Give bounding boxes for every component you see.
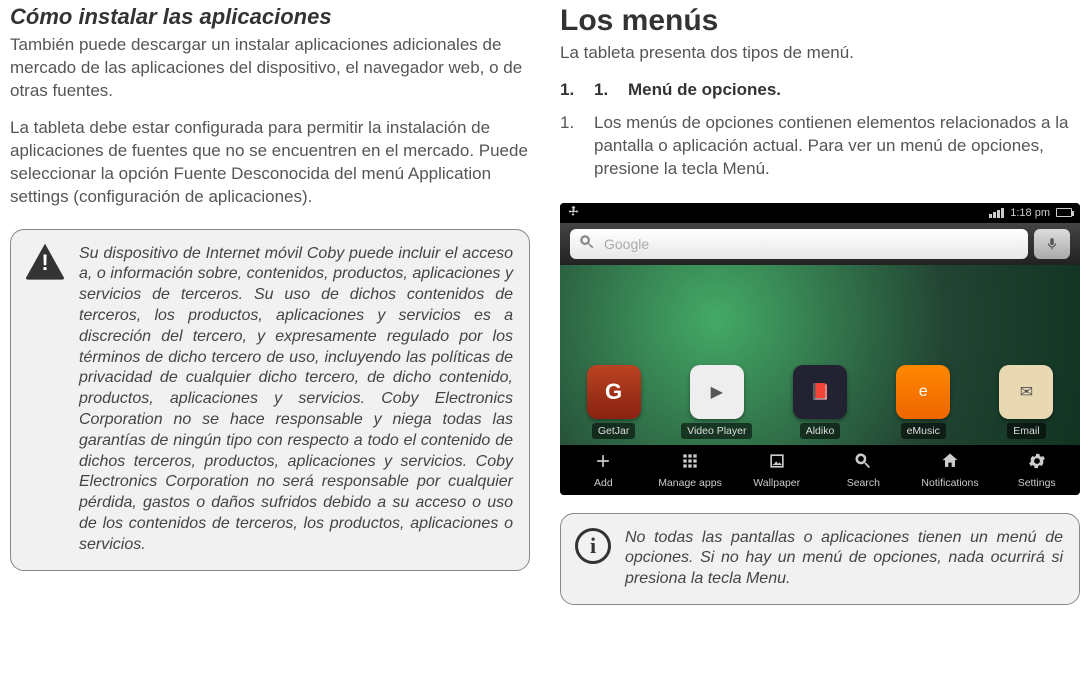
warning-text: Su dispositivo de Internet móvil Coby pu…	[79, 244, 513, 556]
right-title: Los menús	[560, 4, 1080, 38]
right-column: Los menús La tableta presenta dos tipos …	[560, 4, 1080, 685]
warning-icon	[25, 244, 65, 556]
list-item-1: 1. 1. Menú de opciones.	[560, 79, 1080, 102]
list-item-1-num1: 1.	[560, 79, 580, 102]
email-icon: ✉	[999, 365, 1053, 419]
home-screen: G GetJar ▶ Video Player 📕 Aldiko e eMusic ✉ Email	[560, 265, 1080, 445]
menu-label: Notifications	[921, 477, 978, 489]
left-paragraph-1: También puede descargar un instalar apli…	[10, 34, 530, 103]
video-player-icon: ▶	[690, 365, 744, 419]
menu-manage-apps[interactable]: Manage apps	[647, 451, 734, 489]
search-placeholder: Google	[604, 236, 649, 252]
warning-callout: Su dispositivo de Internet móvil Coby pu…	[10, 229, 530, 571]
menu-settings[interactable]: Settings	[993, 451, 1080, 489]
clock: 1:18 pm	[1010, 207, 1050, 219]
app-label: Email	[1007, 423, 1045, 439]
options-menu-bar: Add Manage apps Wallpaper Search Notificatio…	[560, 445, 1080, 495]
right-intro: La tableta presenta dos tipos de menú.	[560, 42, 1080, 65]
menu-notifications-icon	[940, 451, 960, 474]
app-emusic[interactable]: e eMusic	[878, 365, 969, 439]
menu-manage-apps-icon	[680, 451, 700, 474]
left-paragraph-2: La tableta debe estar configurada para p…	[10, 117, 530, 209]
info-icon: i	[575, 528, 611, 590]
app-email[interactable]: ✉ Email	[981, 365, 1072, 439]
list-item-1-num2: 1.	[594, 79, 614, 102]
menu-search[interactable]: Search	[820, 451, 907, 489]
voice-search-button[interactable]	[1034, 229, 1070, 259]
getjar-icon: G	[587, 365, 641, 419]
wifi-signal-icon	[989, 208, 1004, 218]
status-bar: 1:18 pm	[560, 203, 1080, 223]
menu-add-icon	[593, 451, 613, 474]
menu-add[interactable]: Add	[560, 451, 647, 489]
menu-wallpaper-icon	[767, 451, 787, 474]
search-icon	[578, 233, 596, 254]
app-video-player[interactable]: ▶ Video Player	[671, 365, 762, 439]
info-callout: i No todas las pantallas o aplicaciones …	[560, 513, 1080, 605]
menu-label: Settings	[1018, 477, 1056, 489]
emusic-icon: e	[896, 365, 950, 419]
info-text: No todas las pantallas o aplicaciones ti…	[625, 528, 1063, 590]
list-item-1-text: Menú de opciones.	[628, 79, 781, 102]
app-aldiko[interactable]: 📕 Aldiko	[774, 365, 865, 439]
app-label: GetJar	[592, 423, 636, 439]
left-column: Cómo instalar las aplicaciones También p…	[10, 4, 530, 685]
menu-label: Manage apps	[658, 477, 722, 489]
battery-icon	[1056, 208, 1072, 217]
numbered-list: 1. 1. Menú de opciones. 1. Los menús de …	[560, 79, 1080, 191]
menu-search-icon	[853, 451, 873, 474]
usb-icon	[568, 205, 580, 220]
tablet-screenshot: 1:18 pm Google G GetJar ▶ Video Player 📕 Aldi…	[560, 203, 1080, 495]
menu-settings-icon	[1027, 451, 1047, 474]
menu-label: Search	[847, 477, 880, 489]
search-row: Google	[560, 223, 1080, 265]
left-title: Cómo instalar las aplicaciones	[10, 4, 530, 30]
aldiko-icon: 📕	[793, 365, 847, 419]
menu-notifications[interactable]: Notifications	[907, 451, 994, 489]
menu-label: Add	[594, 477, 613, 489]
list-item-2: 1. Los menús de opciones contienen eleme…	[560, 112, 1080, 181]
list-item-2-num: 1.	[560, 112, 580, 181]
app-getjar[interactable]: G GetJar	[568, 365, 659, 439]
app-label: Aldiko	[800, 423, 841, 439]
menu-label: Wallpaper	[753, 477, 800, 489]
app-label: Video Player	[681, 423, 752, 439]
menu-wallpaper[interactable]: Wallpaper	[733, 451, 820, 489]
app-label: eMusic	[901, 423, 946, 439]
search-box[interactable]: Google	[570, 229, 1028, 259]
list-item-2-text: Los menús de opciones contienen elemento…	[594, 112, 1080, 181]
